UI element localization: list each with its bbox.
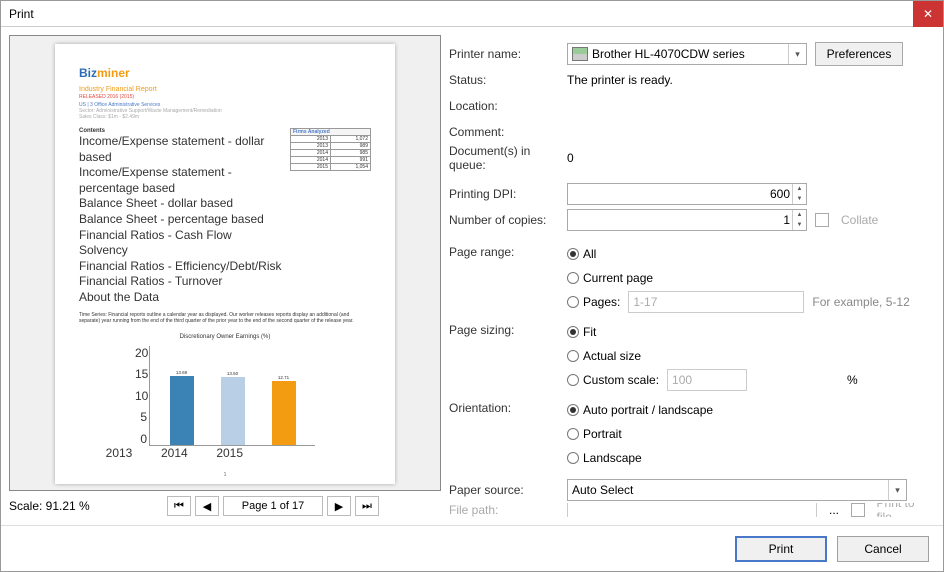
chevron-down-icon: ▾	[888, 480, 906, 500]
printer-name-label: Printer name:	[449, 47, 567, 61]
contents-item: Income/Expense statement - percentage ba…	[79, 165, 282, 196]
spin-down-icon[interactable]: ▼	[793, 220, 806, 230]
collate-label: Collate	[841, 213, 878, 227]
window-title: Print	[9, 7, 913, 21]
scale-label: Scale: 91.21 %	[9, 499, 99, 513]
percent-label: %	[847, 373, 858, 387]
dialog-footer: Print Cancel	[1, 525, 943, 571]
pager: ⏮ ◀ Page 1 of 17 ▶ ⏭	[105, 496, 441, 516]
chevron-down-icon: ▾	[788, 44, 806, 64]
contents-list: Income/Expense statement - dollar basedI…	[79, 134, 282, 306]
contents-item: Financial Ratios - Efficiency/Debt/Risk	[79, 259, 282, 275]
contents-item: About the Data	[79, 290, 282, 306]
titlebar: Print ✕	[1, 1, 943, 27]
print-to-file-checkbox[interactable]	[851, 503, 865, 517]
print-button[interactable]: Print	[735, 536, 827, 562]
status-value: The printer is ready.	[567, 73, 673, 87]
report-headline: RELEASED 2016 (2015)	[79, 94, 371, 100]
status-label: Status:	[449, 73, 567, 87]
table-row: 2013989	[291, 143, 371, 150]
bizminer-logo: Bizminer	[79, 64, 371, 80]
print-preview: Bizminer Industry Financial Report RELEA…	[9, 35, 441, 491]
file-path-label: File path:	[449, 503, 567, 517]
collate-checkbox	[815, 213, 829, 227]
table-row: 20151,054	[291, 164, 371, 171]
spin-up-icon[interactable]: ▲	[793, 184, 806, 194]
time-series-paragraph: Time Series: Financial reports outline a…	[79, 312, 371, 324]
cancel-button[interactable]: Cancel	[837, 536, 929, 562]
paper-source-label: Paper source:	[449, 483, 567, 497]
pager-prev-button[interactable]: ◀	[195, 496, 219, 516]
preview-page-number: 1	[55, 472, 395, 478]
report-title: Industry Financial Report	[79, 86, 371, 93]
orientation-auto-radio[interactable]	[567, 404, 579, 416]
range-current-radio[interactable]	[567, 272, 579, 284]
orientation-landscape-radio[interactable]	[567, 452, 579, 464]
copies-label: Number of copies:	[449, 213, 567, 227]
table-row: 2014991	[291, 157, 371, 164]
copies-spin[interactable]: 1 ▲▼	[567, 209, 807, 231]
contents-item: Financial Ratios - Cash Flow Solvency	[79, 228, 282, 259]
dpi-spin[interactable]: 600 ▲▼	[567, 183, 807, 205]
spin-down-icon[interactable]: ▼	[793, 194, 806, 204]
preferences-button[interactable]: Preferences	[815, 42, 903, 66]
paper-source-select[interactable]: Auto Select ▾	[567, 479, 907, 501]
pager-last-button[interactable]: ⏭	[355, 496, 379, 516]
table-row: 2014985	[291, 150, 371, 157]
contents-item: Balance Sheet - percentage based	[79, 212, 282, 228]
sizing-custom-radio[interactable]	[567, 374, 579, 386]
range-hint: For example, 5-12	[812, 295, 909, 309]
printer-icon	[572, 47, 588, 61]
queue-value: 0	[567, 151, 574, 165]
printer-name-select[interactable]: Brother HL-4070CDW series ▾	[567, 43, 807, 65]
orientation-label: Orientation:	[449, 401, 567, 415]
spin-up-icon[interactable]: ▲	[793, 210, 806, 220]
page-range-label: Page range:	[449, 245, 567, 259]
print-to-file-label: Print to file	[877, 503, 931, 517]
pager-next-button[interactable]: ▶	[327, 496, 351, 516]
close-button[interactable]: ✕	[913, 1, 943, 27]
print-options-panel: Printer name: Brother HL-4070CDW series …	[449, 35, 935, 517]
contents-item: Balance Sheet - dollar based	[79, 196, 282, 212]
contents-item: Financial Ratios - Turnover	[79, 274, 282, 290]
dpi-label: Printing DPI:	[449, 187, 567, 201]
pager-page-label: Page 1 of 17	[223, 496, 323, 516]
sizing-fit-radio[interactable]	[567, 326, 579, 338]
location-label: Location:	[449, 99, 567, 113]
firms-table: Firms Analyzed 20131,0722013989201498520…	[290, 128, 371, 171]
orientation-portrait-radio[interactable]	[567, 428, 579, 440]
range-pages-radio[interactable]	[567, 296, 579, 308]
contents-item: Income/Expense statement - dollar based	[79, 134, 282, 165]
preview-page: Bizminer Industry Financial Report RELEA…	[55, 44, 395, 484]
print-dialog: Print ✕ Bizminer Industry Financial Repo…	[0, 0, 944, 572]
pager-first-button[interactable]: ⏮	[167, 496, 191, 516]
table-row: 20131,072	[291, 136, 371, 143]
chart-title: Discretionary Owner Earnings (%)	[79, 334, 371, 340]
file-path-input[interactable]	[567, 503, 817, 517]
sizing-actual-radio[interactable]	[567, 350, 579, 362]
queue-label: Document(s) in queue:	[449, 144, 567, 172]
page-sizing-label: Page sizing:	[449, 323, 567, 337]
custom-scale-input[interactable]: 100	[667, 369, 747, 391]
range-all-radio[interactable]	[567, 248, 579, 260]
owner-earnings-chart: 20151050 13.6913.5012.71	[135, 346, 315, 446]
comment-label: Comment:	[449, 125, 567, 139]
range-pages-input[interactable]: 1-17	[628, 291, 804, 313]
